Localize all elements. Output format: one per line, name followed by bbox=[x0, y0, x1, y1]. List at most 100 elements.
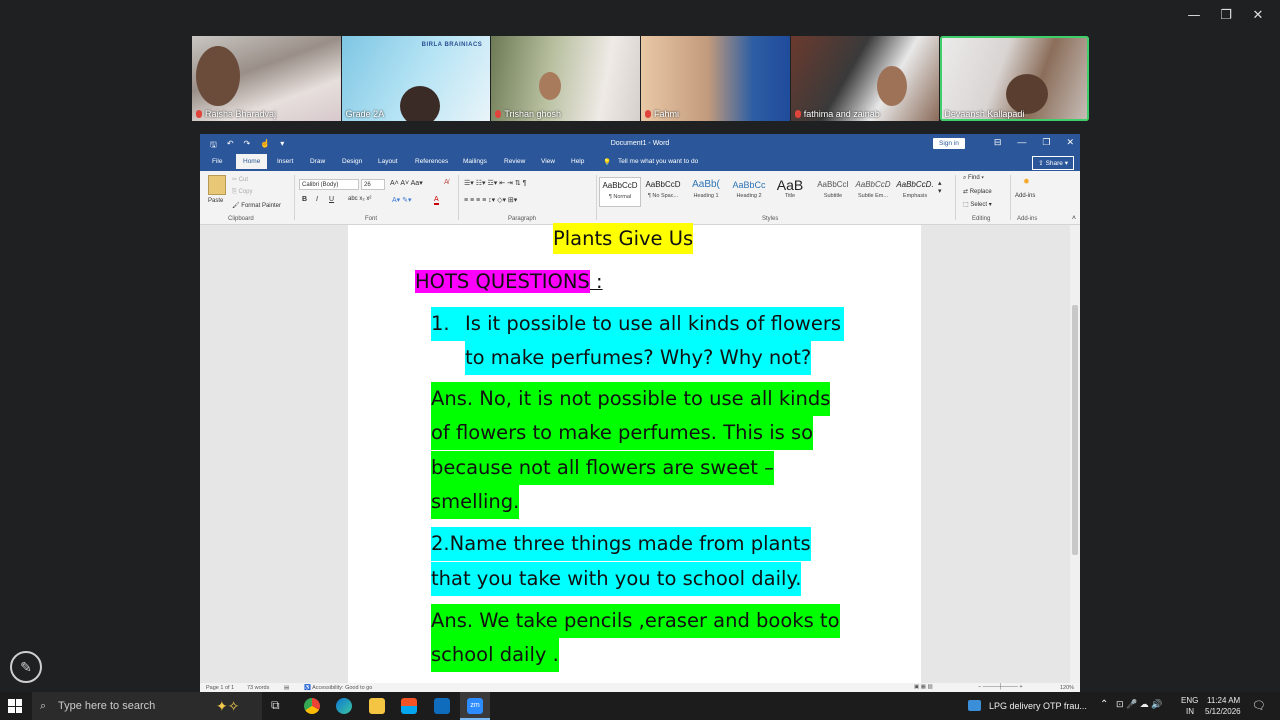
clock-date[interactable]: 5/12/2026 bbox=[1205, 707, 1241, 716]
tab-home[interactable]: Home bbox=[236, 154, 268, 169]
restore-button[interactable]: ❐ bbox=[1210, 6, 1242, 26]
paste-label[interactable]: Paste bbox=[208, 198, 223, 204]
font-name-select[interactable]: Calibri (Body) bbox=[299, 179, 359, 190]
font-color-icon[interactable]: A bbox=[434, 196, 439, 205]
participant-tile[interactable]: Fahmi bbox=[641, 36, 790, 121]
ribbon-display-icon[interactable]: ⊟ bbox=[994, 137, 1002, 148]
scrollbar-thumb[interactable] bbox=[1072, 305, 1078, 555]
taskbar-search-box[interactable]: ⌕ Type here to search ✦✧ bbox=[32, 692, 262, 720]
zoom-app-taskbar-button[interactable]: zm bbox=[460, 692, 490, 720]
bold-icon[interactable]: B bbox=[302, 196, 307, 203]
clear-formatting-icon[interactable]: A̸ bbox=[444, 179, 449, 186]
add-ins-button[interactable]: Add-ins bbox=[1015, 193, 1035, 199]
font-group-label: Font bbox=[365, 216, 378, 222]
windows-start-icon[interactable] bbox=[8, 699, 22, 713]
strikethrough-icon[interactable]: abc x₂ x² bbox=[348, 196, 371, 202]
file-explorer-icon[interactable] bbox=[369, 698, 385, 714]
tab-help[interactable]: Help bbox=[571, 158, 584, 165]
annotate-pencil-button[interactable]: ✎ bbox=[10, 651, 42, 683]
language-region[interactable]: IN bbox=[1186, 707, 1194, 716]
align-icons[interactable]: ≡ ≡ ≡ ≡ ↕▾ ◇▾ ⊞▾ bbox=[464, 196, 517, 204]
word-close-button[interactable]: ✕ bbox=[1066, 137, 1074, 148]
collapse-ribbon-icon[interactable]: ˄ bbox=[1072, 215, 1076, 222]
group-divider bbox=[458, 175, 459, 220]
style-emphasis[interactable]: AaBbCcD. Emphasis bbox=[894, 177, 936, 207]
replace-button[interactable]: ⇄ Replace bbox=[963, 188, 992, 195]
close-button[interactable]: ✕ bbox=[1242, 6, 1274, 26]
text-effects-icon[interactable]: A▾ ✎▾ bbox=[392, 196, 412, 204]
news-notification[interactable]: LPG delivery OTP frau... bbox=[989, 701, 1087, 711]
document-area: Plants Give Us HOTS QUESTIONS : 1. Is it … bbox=[200, 223, 1070, 683]
tab-review[interactable]: Review bbox=[504, 158, 525, 165]
zoom-level[interactable]: 120% bbox=[1060, 685, 1074, 691]
news-widget-icon[interactable] bbox=[968, 700, 981, 711]
document-page[interactable]: Plants Give Us HOTS QUESTIONS : 1. Is it … bbox=[348, 223, 921, 683]
accessibility-status[interactable]: ♿ Accessibility: Good to go bbox=[304, 685, 372, 691]
style-subtitle[interactable]: AaBbCcI Subtitle bbox=[812, 177, 854, 207]
styles-gallery-more-icon[interactable]: ▴ ▾ bbox=[938, 179, 942, 195]
tab-mailings[interactable]: Mailings bbox=[463, 158, 487, 165]
notification-center-icon[interactable]: 🗨 bbox=[1252, 699, 1266, 712]
language-code[interactable]: ENG bbox=[1181, 696, 1198, 705]
tray-overflow-icon[interactable]: ⌃ bbox=[1100, 699, 1108, 710]
tab-references[interactable]: References bbox=[415, 158, 448, 165]
edge-icon[interactable] bbox=[336, 698, 352, 714]
style-no-spacing[interactable]: AaBbCcD ¶ No Spac... bbox=[642, 177, 684, 207]
participant-tile[interactable]: BIRLA BRAINIACS Grade 2A bbox=[341, 36, 491, 121]
page-count[interactable]: Page 1 of 1 bbox=[206, 685, 234, 691]
store-icon[interactable] bbox=[401, 698, 417, 714]
tab-file[interactable]: File bbox=[212, 158, 222, 165]
proofing-icon[interactable]: ▤ bbox=[284, 685, 289, 691]
group-divider bbox=[294, 175, 295, 220]
mic-muted-icon bbox=[794, 110, 801, 118]
style-normal[interactable]: AaBbCcD ¶ Normal bbox=[599, 177, 641, 207]
sign-in-button[interactable]: Sign in bbox=[933, 138, 965, 149]
view-mode-icons[interactable]: ▣ ▦ ▧ bbox=[914, 684, 933, 690]
style-title[interactable]: AaB Title bbox=[769, 177, 811, 207]
tab-view[interactable]: View bbox=[541, 158, 555, 165]
accessibility-icon: ♿ bbox=[304, 685, 313, 691]
grow-font-icon[interactable]: A˄ A˅ Aa▾ bbox=[390, 179, 423, 187]
tray-icons[interactable]: ⊡ 🎤 ☁ 🔊 bbox=[1116, 699, 1162, 710]
style-heading-1[interactable]: AaBb(Heading 1 bbox=[685, 177, 727, 207]
clock-time[interactable]: 11:24 AM bbox=[1207, 696, 1240, 705]
outlook-icon[interactable] bbox=[434, 698, 450, 714]
tab-design[interactable]: Design bbox=[342, 158, 362, 165]
bullets-icon[interactable]: ☰▾ ☷▾ ☲▾ ⇤ ⇥ ⇅ ¶ bbox=[464, 179, 526, 187]
style-subtle-emphasis[interactable]: AaBbCcD Subtle Em... bbox=[852, 177, 894, 207]
tell-me-search[interactable]: Tell me what you want to do bbox=[618, 158, 698, 165]
add-ins-group-label: Add-ins bbox=[1017, 216, 1038, 222]
question-1-number: 1. bbox=[431, 312, 450, 335]
word-minimize-button[interactable]: — bbox=[1017, 137, 1026, 148]
minimize-button[interactable]: — bbox=[1178, 6, 1210, 26]
format-painter-button[interactable]: 🖌 Format Painter bbox=[232, 202, 281, 209]
chrome-icon[interactable] bbox=[304, 698, 320, 714]
task-view-icon[interactable]: ⧉ bbox=[271, 698, 280, 713]
format-painter-label: Format Painter bbox=[241, 203, 281, 209]
copy-button[interactable]: ⎘ Copy bbox=[232, 189, 252, 196]
participant-tile[interactable]: fathima and zainab bbox=[790, 36, 940, 121]
participant-tile[interactable]: Raisha Bharadvaj bbox=[192, 36, 341, 121]
tab-draw[interactable]: Draw bbox=[310, 158, 325, 165]
cut-button[interactable]: ✂ Cut bbox=[232, 176, 248, 183]
select-label: Select bbox=[970, 202, 988, 208]
participant-tile-active[interactable]: Devaansh Kallapadi bbox=[940, 36, 1090, 121]
add-ins-icon[interactable]: ✹ bbox=[1023, 177, 1030, 186]
participant-tile[interactable]: Trishan ghosh bbox=[491, 36, 641, 121]
font-size-select[interactable]: 26 bbox=[361, 179, 385, 190]
share-button[interactable]: ⇪ Share ▾ bbox=[1032, 156, 1074, 170]
search-icon: ⌕ bbox=[40, 700, 47, 712]
tab-insert[interactable]: Insert bbox=[277, 158, 293, 165]
find-button[interactable]: ⌕ Find ▾ bbox=[963, 175, 984, 182]
italic-icon[interactable]: I bbox=[316, 196, 318, 203]
word-count[interactable]: 73 words bbox=[247, 685, 269, 691]
tab-layout[interactable]: Layout bbox=[378, 158, 398, 165]
answer-1-line-2: of flowers to make perfumes. This is so bbox=[431, 416, 814, 450]
vertical-scrollbar[interactable] bbox=[1070, 225, 1080, 683]
underline-icon[interactable]: U bbox=[329, 196, 334, 203]
zoom-slider[interactable]: − ────┼──── + bbox=[978, 684, 1023, 690]
style-heading-2[interactable]: AaBbCc Heading 2 bbox=[728, 177, 770, 207]
select-button[interactable]: ⬚ Select ▾ bbox=[963, 201, 992, 208]
paste-icon[interactable] bbox=[208, 175, 226, 195]
word-restore-button[interactable]: ❐ bbox=[1042, 137, 1050, 148]
